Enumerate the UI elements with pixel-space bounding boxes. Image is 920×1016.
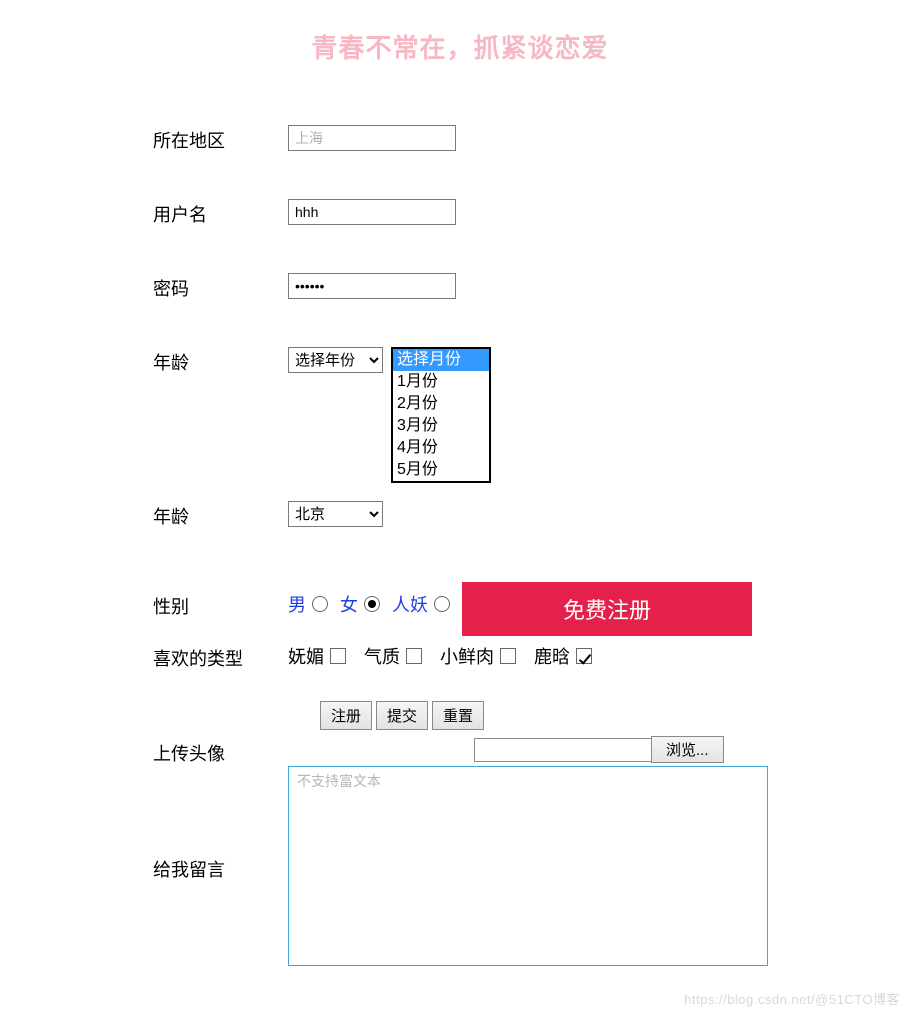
month-option-1[interactable]: 1月份 — [393, 371, 489, 393]
browse-button[interactable]: 浏览... — [651, 736, 724, 763]
username-input[interactable] — [288, 199, 456, 225]
watermark-text: https://blog.csdn.net/@51CTO博客 — [684, 989, 900, 1008]
row-message: 给我留言 — [153, 766, 920, 966]
gender-radio-male[interactable] — [312, 596, 328, 612]
password-input[interactable] — [288, 273, 456, 299]
row-username: 用户名 — [153, 199, 920, 227]
label-favtype: 喜欢的类型 — [153, 643, 288, 671]
gender-link-male[interactable]: 男 — [288, 591, 306, 617]
label-gender: 性别 — [153, 591, 288, 619]
month-option-3[interactable]: 3月份 — [393, 415, 489, 437]
month-option-5[interactable]: 5月份 — [393, 459, 489, 481]
label-upload: 上传头像 — [153, 736, 288, 766]
gender-link-renyao[interactable]: 人妖 — [392, 591, 428, 617]
favtype-label-2: 小鲜肉 — [440, 643, 494, 669]
row-password: 密码 — [153, 273, 920, 301]
region-input[interactable] — [288, 125, 456, 151]
favtype-label-1: 气质 — [364, 643, 400, 669]
row-favtype: 喜欢的类型 妩媚 气质 小鲜肉 鹿晗 — [153, 643, 920, 671]
file-path-box — [474, 738, 652, 762]
register-button[interactable]: 注册 — [320, 701, 372, 730]
label-age1: 年龄 — [153, 347, 288, 375]
favtype-checkbox-3[interactable] — [576, 648, 592, 664]
label-age2: 年龄 — [153, 415, 288, 529]
year-select[interactable]: 选择年份 — [288, 347, 383, 373]
free-register-button[interactable]: 免费注册 — [462, 582, 752, 636]
submit-button[interactable]: 提交 — [376, 701, 428, 730]
row-upload: 上传头像 浏览... — [153, 736, 920, 766]
label-region: 所在地区 — [153, 125, 288, 153]
reset-button[interactable]: 重置 — [432, 701, 484, 730]
city-select[interactable]: 北京 — [288, 501, 383, 527]
month-listbox[interactable]: 选择月份 1月份 2月份 3月份 4月份 5月份 — [391, 347, 491, 483]
favtype-label-0: 妩媚 — [288, 643, 324, 669]
favtype-label-3: 鹿晗 — [534, 643, 570, 669]
row-region: 所在地区 — [153, 125, 920, 153]
favtype-checkbox-1[interactable] — [406, 648, 422, 664]
message-textarea[interactable] — [288, 766, 768, 966]
month-option-0[interactable]: 选择月份 — [393, 349, 489, 371]
favtype-checkbox-0[interactable] — [330, 648, 346, 664]
label-username: 用户名 — [153, 199, 288, 227]
favtype-checkbox-2[interactable] — [500, 648, 516, 664]
gender-radio-renyao[interactable] — [434, 596, 450, 612]
page-title: 青春不常在，抓紧谈恋爱 — [0, 28, 920, 65]
gender-link-female[interactable]: 女 — [340, 591, 358, 617]
month-option-4[interactable]: 4月份 — [393, 437, 489, 459]
gender-radio-female[interactable] — [364, 596, 380, 612]
label-message: 给我留言 — [153, 766, 288, 882]
label-password: 密码 — [153, 273, 288, 301]
row-age-city: 年龄 北京 — [153, 415, 920, 529]
month-option-2[interactable]: 2月份 — [393, 393, 489, 415]
row-buttons: 注册 提交 重置 — [320, 701, 920, 730]
